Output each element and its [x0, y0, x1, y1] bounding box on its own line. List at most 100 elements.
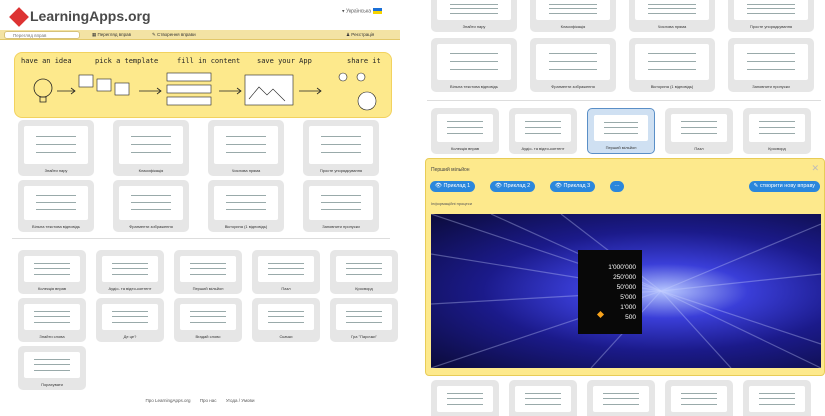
example-1-button[interactable]: 👁 Приклад 1 — [430, 181, 476, 192]
thumbnail-line — [112, 310, 148, 312]
thumbnail-line — [648, 68, 696, 70]
footer-link-about-site[interactable]: Про LearningApps.org — [146, 398, 191, 403]
thumbnail-line — [648, 53, 696, 54]
template-tile[interactable]: Колекція вправ — [431, 108, 499, 154]
template-label: Де це? — [123, 334, 137, 339]
template-tile[interactable]: Скачки — [252, 298, 320, 342]
template-label: Порахувати — [41, 382, 63, 387]
template-tile[interactable]: Числова пряма — [629, 0, 715, 32]
template-tile[interactable]: Аудіо- та відео-контент — [509, 108, 577, 154]
thumbnail-line — [447, 403, 483, 405]
thumbnail-line — [525, 392, 561, 394]
template-tile[interactable]: Знайти пару — [431, 0, 517, 32]
template-tile[interactable]: Де це? — [509, 380, 577, 416]
thumbnail-line — [130, 201, 172, 203]
template-tile[interactable]: Скачки — [665, 380, 733, 416]
thumbnail-line — [34, 358, 70, 360]
example-2-button[interactable]: 👁 Приклад 2 — [490, 181, 536, 192]
dialog-title: Перший мільйон — [431, 167, 470, 173]
thumbnail-line — [268, 262, 304, 264]
template-tile[interactable]: Класифікація — [530, 0, 616, 32]
template-thumbnail — [214, 126, 278, 164]
template-tile[interactable]: Просте упорядкування — [728, 0, 814, 32]
template-tile[interactable]: Кросворд — [743, 108, 811, 154]
more-examples-button[interactable]: ··· — [610, 181, 624, 192]
browse-link[interactable]: ▦ Перегляд вправ — [92, 32, 131, 38]
template-tile[interactable]: Гра "Парочки" — [330, 298, 398, 342]
thumbnail-line — [225, 143, 267, 145]
template-tile[interactable]: Гра "Парочки" — [743, 380, 811, 416]
thumbnail-line — [525, 127, 561, 129]
template-tile[interactable]: Знайти слова — [18, 298, 86, 342]
thumbnail-line — [447, 392, 483, 394]
template-tile[interactable]: Вгадай слово — [587, 380, 655, 416]
template-tile[interactable]: Вікторина (1 відповідь) — [208, 180, 284, 232]
template-tile[interactable]: Заповнити пропуски — [303, 180, 379, 232]
template-tile[interactable]: Де це? — [96, 298, 164, 342]
thumbnail-line — [130, 135, 172, 137]
logo[interactable]: LearningApps.org — [9, 7, 151, 28]
footer: Про LearningApps.org Про нас Угода / Умо… — [0, 398, 400, 403]
thumbnail-line — [447, 121, 483, 122]
thumbnail-line — [268, 273, 304, 275]
template-thumbnail — [24, 186, 88, 220]
template-tile[interactable]: Колекція вправ — [18, 250, 86, 294]
template-tile[interactable]: Пазл — [252, 250, 320, 294]
thumbnail-line — [549, 13, 597, 15]
template-tile[interactable]: Знайти слова — [431, 380, 499, 416]
section-divider — [427, 100, 821, 101]
template-tile[interactable]: Кросворд — [330, 250, 398, 294]
template-tile[interactable]: Числова пряма — [208, 120, 284, 176]
language-selector[interactable]: ▾ Українська — [342, 8, 382, 14]
thumbnail-line — [549, 60, 597, 62]
template-tile[interactable]: Просте упорядкування — [303, 120, 379, 176]
template-tile[interactable]: Пазл — [665, 108, 733, 154]
template-label: Фрагменти зображення — [551, 84, 595, 89]
create-link[interactable]: ✎ Створення вправи — [152, 32, 196, 38]
template-tile[interactable]: Вільна текстова відповідь — [18, 180, 94, 232]
template-tile[interactable]: Фрагменти зображення — [530, 38, 616, 92]
prize-level: 500 — [625, 314, 636, 321]
template-label: Колекція вправ — [37, 286, 67, 291]
footer-link-about-us[interactable]: Про нас — [200, 398, 217, 403]
template-thumbnail — [593, 386, 649, 412]
footer-link-terms[interactable]: Угода / Умови — [226, 398, 255, 403]
template-tile[interactable]: Вікторина (1 відповідь) — [629, 38, 715, 92]
template-tile[interactable]: Класифікація — [113, 120, 189, 176]
thumbnail-line — [320, 201, 362, 203]
template-tile[interactable]: Вільна текстова відповідь — [431, 38, 517, 92]
template-label: Колекція вправ — [450, 146, 480, 151]
template-thumbnail — [258, 304, 314, 330]
thumbnail-line — [225, 194, 267, 196]
thumbnail-line — [681, 403, 717, 405]
search-input[interactable] — [4, 31, 80, 39]
create-new-exercise-button[interactable]: ✎ створити нову вправу — [748, 181, 820, 192]
template-thumbnail — [437, 114, 493, 142]
template-tile[interactable]: Аудіо- та відео-контент — [96, 250, 164, 294]
template-label: Вгадай слово — [195, 334, 221, 339]
close-icon[interactable]: ✕ — [811, 163, 819, 174]
template-thumbnail — [336, 304, 392, 330]
thumbnail-line — [648, 13, 696, 15]
thumbnail-line — [35, 209, 77, 211]
template-tile[interactable]: Фрагменти зображення — [113, 180, 189, 232]
template-tile[interactable]: Вгадай слово — [174, 298, 242, 342]
thumbnail-line — [450, 13, 498, 15]
thumbnail-line — [268, 310, 304, 312]
thumbnail-line — [34, 310, 70, 312]
template-thumbnail — [214, 186, 278, 220]
template-tile[interactable]: Перший мільйон — [587, 108, 655, 154]
thumbnail-line — [35, 194, 77, 196]
register-link[interactable]: ♟ Реєстрація — [346, 32, 374, 38]
template-tile[interactable]: Заповнити пропуски — [728, 38, 814, 92]
thumbnail-line — [35, 201, 77, 203]
template-label: Класифікація — [560, 24, 586, 29]
template-tile[interactable]: Знайти пару — [18, 120, 94, 176]
millionaire-game-preview[interactable]: 1'000'000 250'000 50'000 5'000 1'000 500 — [431, 214, 821, 368]
template-tile[interactable]: Порахувати — [18, 346, 86, 390]
template-thumbnail — [635, 44, 709, 80]
template-thumbnail — [734, 0, 808, 20]
thumbnail-line — [34, 369, 70, 371]
example-3-button[interactable]: 👁 Приклад 3 — [550, 181, 596, 192]
template-tile[interactable]: Перший мільйон — [174, 250, 242, 294]
